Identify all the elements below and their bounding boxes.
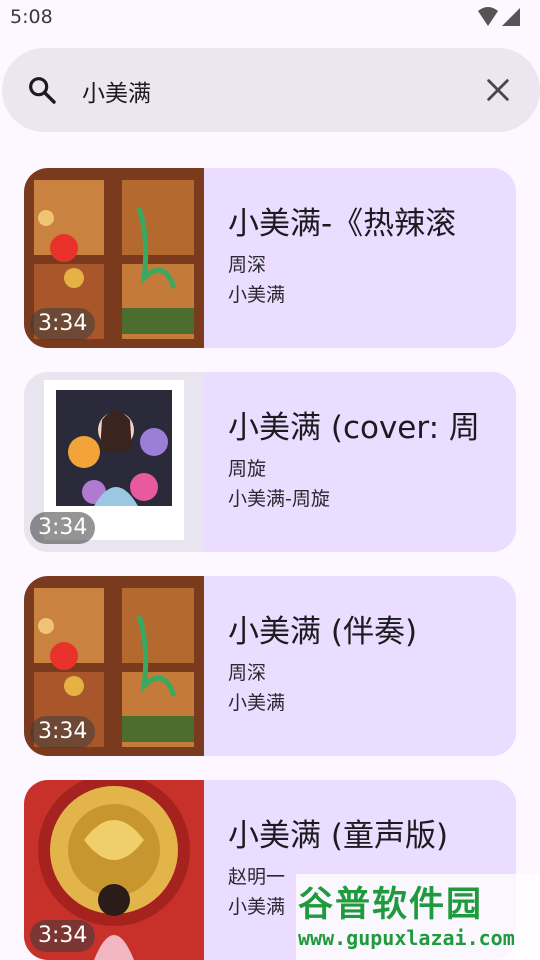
duration-badge: 3:34 xyxy=(30,920,96,952)
album-thumbnail: 3:34 xyxy=(24,576,204,756)
duration-badge: 3:34 xyxy=(30,716,96,748)
song-card[interactable]: 3:34 小美满-《热辣滚 周深 小美满 xyxy=(24,168,516,348)
search-input[interactable] xyxy=(80,70,464,112)
song-title: 小美满-《热辣滚 xyxy=(228,206,457,242)
song-artist: 周深 xyxy=(228,662,267,684)
status-time: 5:08 xyxy=(10,6,53,28)
song-info: 小美满 (伴奏) 周深 小美满 xyxy=(228,612,510,718)
song-info: 小美满 (cover: 周 周旋 小美满-周旋 xyxy=(228,408,510,514)
watermark-logo: 谷普软件园 xyxy=(298,885,484,925)
search-bar xyxy=(2,48,540,132)
status-bar: 5:08 xyxy=(0,0,540,36)
duration-badge: 3:34 xyxy=(30,512,96,544)
wifi-icon xyxy=(478,7,498,26)
song-title: 小美满 (cover: 周 xyxy=(228,410,480,446)
signal-wifi-icons xyxy=(478,7,520,26)
watermark: 谷普软件园 www.gupuxlazai.com xyxy=(296,874,540,960)
song-album: 小美满-周旋 xyxy=(228,488,330,510)
song-artist: 周旋 xyxy=(228,458,267,480)
album-thumbnail: 3:34 xyxy=(24,168,204,348)
search-icon[interactable] xyxy=(26,74,58,106)
song-card[interactable]: 3:34 小美满 (伴奏) 周深 小美满 xyxy=(24,576,516,756)
album-thumbnail: 3:34 xyxy=(24,372,204,552)
song-artist: 周深 xyxy=(228,254,267,276)
song-album: 小美满 xyxy=(228,284,286,306)
song-title: 小美满 (童声版) xyxy=(228,818,449,854)
song-info: 小美满-《热辣滚 周深 小美满 xyxy=(228,204,510,310)
close-icon[interactable] xyxy=(484,76,512,104)
cell-signal-icon xyxy=(502,8,520,26)
album-thumbnail: 3:34 xyxy=(24,780,204,960)
song-card[interactable]: 3:34 小美满 (cover: 周 周旋 小美满-周旋 xyxy=(24,372,516,552)
song-album: 小美满 xyxy=(228,692,286,714)
duration-badge: 3:34 xyxy=(30,308,96,340)
song-title: 小美满 (伴奏) xyxy=(228,614,418,650)
watermark-url: www.gupuxlazai.com xyxy=(298,926,515,950)
